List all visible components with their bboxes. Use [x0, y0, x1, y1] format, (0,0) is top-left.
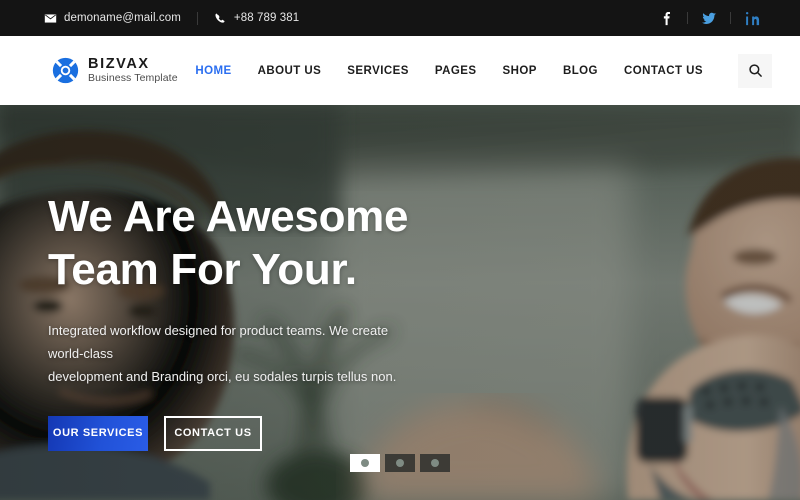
social-divider — [730, 12, 731, 24]
lifebuoy-icon — [52, 57, 79, 84]
nav-item-pages[interactable]: PAGES — [422, 65, 490, 77]
slider-dot-marker — [431, 459, 439, 467]
nav-item-services[interactable]: SERVICES — [334, 65, 422, 77]
phone-icon — [214, 12, 227, 25]
our-services-button[interactable]: OUR SERVICES — [48, 415, 148, 451]
slider-dot-marker — [396, 459, 404, 467]
nav-item-home[interactable]: HOME — [182, 65, 244, 77]
email-contact[interactable]: demoname@mail.com — [44, 12, 181, 25]
slider-dot-marker — [361, 459, 369, 467]
social-links — [658, 10, 760, 26]
brand-logo[interactable]: BIZVAX Business Template — [52, 56, 178, 85]
top-info-bar: demoname@mail.com +88 789 381 — [0, 0, 800, 36]
nav-item-shop[interactable]: SHOP — [490, 65, 550, 77]
hero-title-line2: Team For Your. — [48, 244, 357, 294]
phone-contact[interactable]: +88 789 381 — [214, 12, 299, 25]
slider-pagination — [0, 454, 800, 472]
brand-name: BIZVAX — [88, 56, 150, 72]
nav-item-about-us[interactable]: ABOUT US — [245, 65, 335, 77]
topbar-divider — [196, 11, 198, 25]
social-divider — [687, 12, 688, 24]
phone-text: +88 789 381 — [233, 12, 300, 24]
hero-subtitle-line2: development and Branding orci, eu sodale… — [48, 369, 397, 385]
hero-subtitle: Integrated workflow designed for product… — [48, 319, 418, 389]
slider-dot-2[interactable] — [385, 454, 415, 472]
hero-content: We Are Awesome Team For Your. Integrated… — [48, 191, 528, 451]
brand-tagline: Business Template — [88, 72, 178, 85]
hero-title-line1: We Are Awesome — [48, 192, 409, 241]
envelope-icon — [44, 12, 57, 25]
search-icon — [748, 63, 763, 78]
site-header: BIZVAX Business Template HOME ABOUT US S… — [0, 36, 800, 105]
contact-us-button[interactable]: CONTACT US — [164, 415, 262, 451]
twitter-icon[interactable] — [701, 10, 717, 26]
slider-dot-3[interactable] — [420, 454, 450, 472]
nav-item-blog[interactable]: BLOG — [550, 65, 611, 77]
hero-buttons: OUR SERVICES CONTACT US — [48, 415, 528, 451]
linkedin-icon[interactable] — [744, 10, 760, 26]
email-text: demoname@mail.com — [64, 12, 181, 24]
nav-item-contact-us[interactable]: CONTACT US — [611, 65, 716, 77]
main-navigation: HOME ABOUT US SERVICES PAGES SHOP BLOG C… — [182, 53, 782, 88]
search-button[interactable] — [738, 53, 772, 88]
hero-subtitle-line1: Integrated workflow designed for product… — [48, 322, 389, 361]
facebook-icon[interactable] — [658, 10, 674, 26]
hero-title: We Are Awesome Team For Your. — [48, 191, 528, 297]
slider-dot-1[interactable] — [350, 454, 380, 472]
hero-slider: We Are Awesome Team For Your. Integrated… — [0, 105, 800, 500]
landing-page: demoname@mail.com +88 789 381 BIZVAX Bus… — [0, 0, 800, 500]
top-contact-group: demoname@mail.com +88 789 381 — [44, 11, 299, 25]
